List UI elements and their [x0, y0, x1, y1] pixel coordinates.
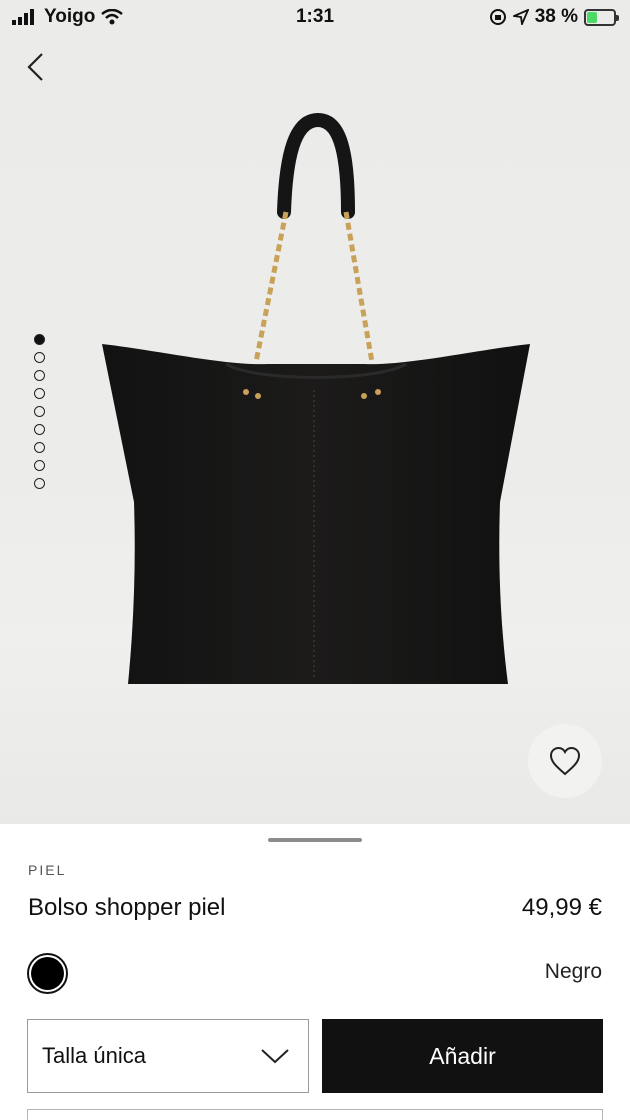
- favorite-button[interactable]: [528, 724, 602, 798]
- product-title: Bolso shopper piel: [28, 894, 226, 921]
- chevron-left-icon: [27, 53, 43, 81]
- gallery-dot[interactable]: [34, 442, 45, 453]
- gallery-dot[interactable]: [34, 334, 45, 345]
- location-icon: [512, 9, 529, 25]
- gallery-dot[interactable]: [34, 352, 45, 363]
- status-time: 1:31: [295, 6, 335, 27]
- gallery-dot[interactable]: [34, 406, 45, 417]
- heart-icon: [549, 746, 581, 776]
- orientation-lock-icon: [489, 9, 506, 25]
- gallery-dot[interactable]: [34, 424, 45, 435]
- size-select[interactable]: Talla única: [27, 1019, 309, 1093]
- status-bar: Yoigo 1:31 38 %: [0, 0, 630, 36]
- gallery-pagination[interactable]: [34, 334, 45, 489]
- battery-icon: [584, 8, 619, 26]
- product-image-area[interactable]: Yoigo 1:31 38 %: [0, 0, 630, 824]
- battery-level: [587, 11, 597, 23]
- gallery-dot[interactable]: [34, 388, 45, 399]
- product-details-sheet[interactable]: PIEL Bolso shopper piel 49,99 € Negro Ta…: [0, 824, 630, 1120]
- color-swatch[interactable]: [27, 953, 68, 994]
- add-to-cart-button[interactable]: Añadir: [322, 1019, 603, 1093]
- chevron-down-icon: [261, 1049, 289, 1064]
- color-name: Negro: [544, 960, 602, 983]
- product-category: PIEL: [28, 862, 67, 878]
- back-button[interactable]: [20, 50, 54, 84]
- battery-percent: 38 %: [534, 6, 578, 27]
- carrier-name: Yoigo: [44, 6, 96, 27]
- gallery-dot[interactable]: [34, 460, 45, 471]
- gallery-dot[interactable]: [34, 370, 45, 381]
- product-image: [102, 112, 530, 684]
- wifi-icon: [101, 9, 124, 25]
- gallery-dot[interactable]: [34, 478, 45, 489]
- size-value: Talla única: [42, 1043, 146, 1068]
- product-price: 49,99 €: [521, 894, 602, 921]
- sheet-grabber[interactable]: [268, 838, 362, 842]
- next-section-edge: [27, 1109, 603, 1120]
- signal-icon: [12, 9, 34, 25]
- color-swatch-fill: [31, 957, 64, 990]
